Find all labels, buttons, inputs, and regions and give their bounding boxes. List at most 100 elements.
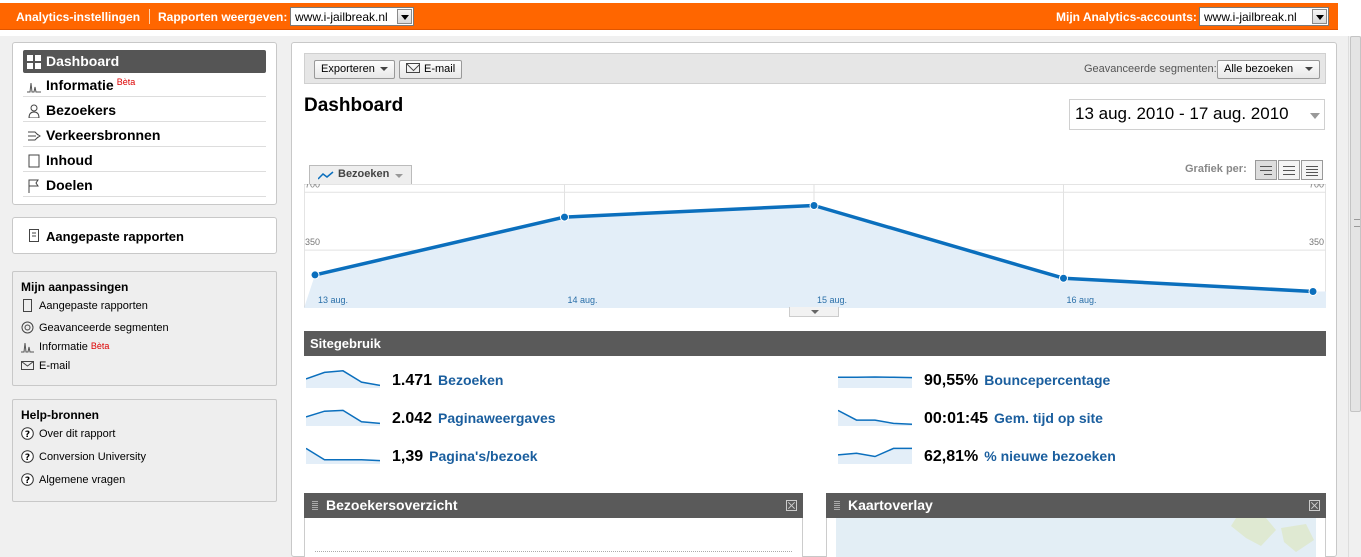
visitors-overview-body [304,518,803,557]
divider [315,551,792,552]
beta-badge: Bèta [90,341,110,351]
sidebar-item-dashboard[interactable]: Dashboard [23,50,266,73]
sparkline [306,409,380,426]
map-overlay-header[interactable]: Kaartoverlay [826,493,1326,518]
segments-select[interactable]: Alle bezoeken [1217,60,1321,79]
item-label: Conversion University [39,451,146,463]
graph-day-button[interactable] [1255,160,1277,180]
metric-value: 1.471 Bezoeken [392,372,504,389]
customizations-title: Mijn aanpassingen [21,280,129,294]
scrollbar-grip [1354,219,1360,227]
sidebar-item-label: Dashboard [46,53,120,69]
metric-value: 90,55% Bouncepercentage [924,372,1111,389]
sidebar-item-label: Verkeersbronnen [46,127,161,143]
widget-title: Kaartoverlay [848,497,933,513]
sidebar-item-label: Inhoud [46,152,93,168]
site-usage-header: Sitegebruik [304,331,1326,356]
metric-label[interactable]: % nieuwe bezoeken [984,448,1115,464]
map-overlay-body [826,518,1326,557]
map-landmass-shape [1231,518,1314,552]
visits-line-chart: 700 700 350 350 13 aug. 14 aug. 15 aug. 16 aug. [303,179,1327,309]
metric-label[interactable]: Pagina's/bezoek [429,448,537,464]
metric-value: 2.042 Paginaweergaves [392,410,556,427]
svg-text:?: ? [25,453,30,463]
x-tick-label: 14 aug. [568,295,598,305]
help-item-about-report[interactable]: ? Over dit rapport [21,427,116,440]
y-tick-label-left: 700 [305,184,320,189]
drag-handle-icon[interactable] [312,501,318,510]
help-title: Help-bronnen [21,408,99,422]
svg-text:?: ? [25,430,30,440]
chevron-down-icon[interactable] [1312,9,1327,24]
graph-per-label: Grafiek per: [1185,163,1247,175]
close-icon[interactable] [1309,500,1320,511]
export-button[interactable]: Exporteren [314,60,395,79]
orange-toolbar: Analytics-instellingen Rapporten weergev… [0,3,1338,30]
scrollbar-thumb[interactable] [1350,36,1361,412]
sidebar-item-inhoud[interactable]: Inhoud [23,149,266,172]
graph-metric-select[interactable]: Bezoeken [309,165,413,185]
sidebar-item-label: Bezoekers [46,102,117,118]
collapse-chart-toggle[interactable] [789,307,839,317]
sidebar-item-doelen[interactable]: Doelen [23,174,266,197]
email-label: E-mail [424,63,456,75]
item-label: Geavanceerde segmenten [39,322,169,334]
sidebar-item-informatie[interactable]: Informatie Bèta [23,74,266,97]
custom-reports-panel[interactable]: Aangepaste rapporten [12,217,277,254]
custom-reports-item[interactable]: Aangepaste rapporten [21,299,148,312]
data-point [1059,273,1068,283]
help-item-conversion-university[interactable]: ? Conversion University [21,450,146,463]
sparkline [838,447,912,464]
metric-value: 1,39 Pagina's/bezoek [392,448,538,465]
vertical-scrollbar[interactable] [1348,36,1361,557]
metric-label[interactable]: Bezoeken [438,372,503,388]
chevron-down-icon[interactable] [397,9,412,24]
item-label: Over dit rapport [39,428,116,440]
analytics-settings-link[interactable]: Analytics-instellingen [16,10,140,24]
graph-week-button[interactable] [1278,160,1300,180]
close-icon[interactable] [786,500,797,511]
item-label: Informatie [39,341,88,353]
metric-label[interactable]: Gem. tijd op site [994,410,1103,426]
advanced-segments-item[interactable]: Geavanceerde segmenten [21,321,169,334]
metric-label[interactable]: Paginaweergaves [438,410,556,426]
svg-text:?: ? [25,476,30,486]
world-map[interactable] [836,518,1316,557]
help-icon: ? [21,427,34,440]
visitors-overview-header[interactable]: Bezoekersoverzicht [304,493,803,518]
metric-value: 62,81%% nieuwe bezoeken [924,448,1116,465]
visitor-icon [28,104,40,118]
sparkline [306,370,380,388]
reports-profile-select[interactable]: www.i-jailbreak.nl [290,7,414,26]
email-item[interactable]: E-mail [21,360,70,372]
metric-label[interactable]: Bouncepercentage [984,372,1110,388]
sparkline [838,376,912,388]
segments-icon [21,321,34,334]
email-button[interactable]: E-mail [399,60,463,79]
intelligence-icon [27,82,41,93]
intelligence-item[interactable]: Informatie Bèta [21,341,109,353]
mail-icon [21,361,34,370]
drag-handle-icon[interactable] [834,501,840,510]
accounts-select[interactable]: www.i-jailbreak.nl [1199,7,1329,26]
top-header: Analytics-instellingen Rapporten weergev… [0,0,1361,36]
data-point [560,212,569,222]
sidebar-item-label: Informatie [46,77,114,93]
x-tick-label: 13 aug. [318,295,348,305]
graph-month-button[interactable] [1301,160,1323,180]
item-label: Aangepaste rapporten [39,300,148,312]
date-range-picker[interactable]: 13 aug. 2010 - 17 aug. 2010 [1069,99,1325,130]
chevron-down-icon[interactable] [1310,113,1320,119]
page-title: Dashboard [304,95,404,116]
reports-label: Rapporten weergeven: [158,10,288,24]
report-toolbar: Exporteren E-mail Geavanceerde segmenten… [304,53,1326,84]
help-item-faq[interactable]: ? Algemene vragen [21,473,125,486]
x-tick-label: 15 aug. [817,295,847,305]
customizations-panel: Mijn aanpassingen Aangepaste rapporten G… [12,271,277,386]
report-icon [29,229,39,242]
data-point [1308,286,1318,296]
custom-reports-link[interactable]: Aangepaste rapporten [46,229,184,244]
sidebar-item-verkeersbronnen[interactable]: Verkeersbronnen [23,124,266,147]
y-tick-label-left: 350 [305,237,320,247]
sidebar-item-bezoekers[interactable]: Bezoekers [23,99,266,122]
